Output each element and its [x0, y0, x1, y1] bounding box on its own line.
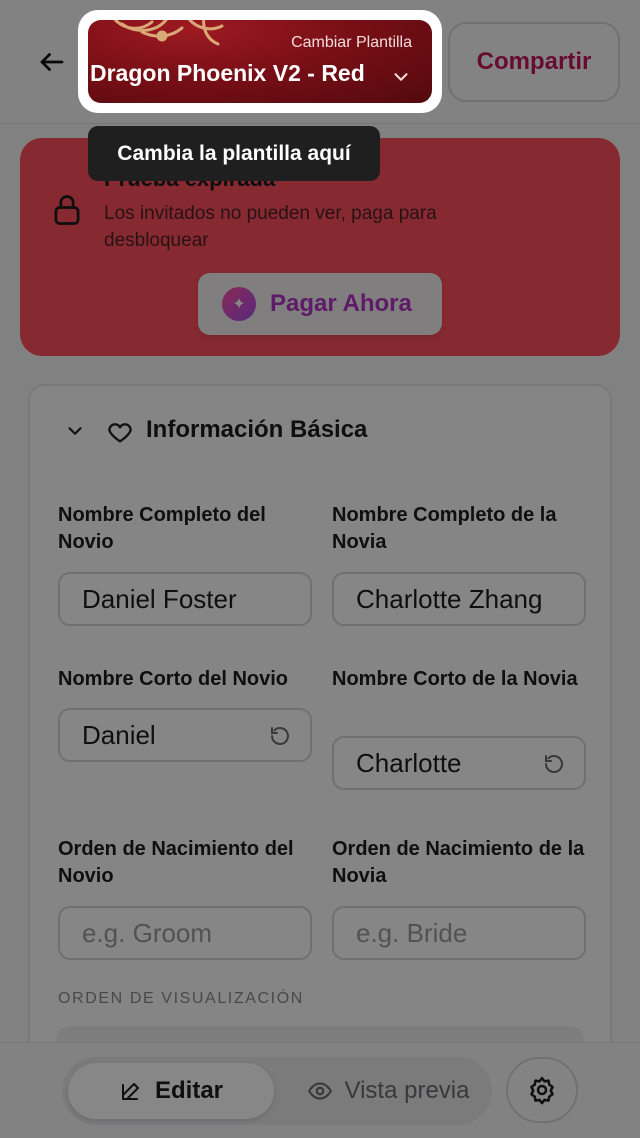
change-template-label: Cambiar Plantilla [291, 34, 412, 51]
change-template-button[interactable]: Cambiar Plantilla Dragon Phoenix V2 - Re… [88, 20, 432, 103]
template-name: Dragon Phoenix V2 - Red [90, 60, 365, 86]
chevron-down-icon [394, 73, 408, 81]
template-tooltip: Cambia la plantilla aquí [88, 126, 380, 181]
template-highlight: Cambiar Plantilla Dragon Phoenix V2 - Re… [78, 10, 442, 113]
